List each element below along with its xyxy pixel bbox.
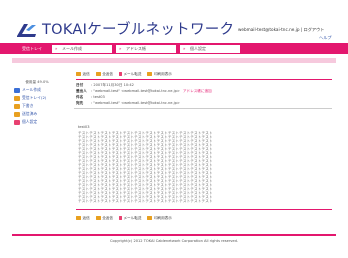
from-label: 差出人: [76, 89, 87, 93]
to-value: : "webmail-test" <webmail-test@tokai-tnc…: [91, 101, 180, 105]
reply-label: 返信: [82, 71, 90, 76]
sidebar-item-inbox[interactable]: 受信トレイ(2): [14, 95, 46, 101]
reply-button[interactable]: 返信: [76, 72, 90, 77]
from-row: 差出人 : "webmail-test" <webmail-test@tokai…: [76, 89, 212, 94]
tokai-logo-icon: [17, 24, 36, 37]
print-icon: [147, 216, 153, 220]
reply-all-label: 全返信: [102, 71, 113, 76]
reply-icon: [76, 216, 81, 220]
account-logout-link[interactable]: webmail-test@tokai-tnc.ne.jp | ログアウト: [238, 27, 325, 33]
add-to-address-book-link[interactable]: アドレス帳に追加: [183, 89, 212, 94]
sidebar-item-compose[interactable]: メール作成: [14, 87, 41, 93]
tab-label: 個人設定: [190, 46, 206, 51]
help-link[interactable]: ヘルプ: [319, 35, 332, 41]
brand-name: TOKAIケーブルネットワーク: [42, 22, 235, 38]
inbox-icon: [14, 95, 20, 101]
reply-all-label: 全返信: [102, 215, 113, 220]
footer-bar: [12, 234, 336, 236]
from-value: : "webmail-test" <webmail-test@tokai-tnc…: [91, 89, 180, 93]
tab-label: メール作成: [62, 46, 82, 51]
date-label: 日付: [76, 83, 84, 87]
compose-icon: [14, 87, 20, 93]
forward-button[interactable]: メール転送: [118, 215, 142, 221]
sub-header-stripe: [12, 58, 336, 63]
copyright-text: Copyright(c) 2012 TOKAI Cablenetwork Cor…: [109, 239, 239, 243]
sidebar-item-label: 送信済み: [22, 111, 38, 116]
forward-icon: [118, 72, 122, 76]
reply-all-button[interactable]: 全返信: [95, 71, 113, 77]
print-button[interactable]: 印刷用表示: [147, 215, 172, 221]
tab-arrow-icon: »: [55, 46, 58, 51]
sidebar-item-settings[interactable]: 個人設定: [14, 119, 37, 125]
date-row: 日付 : 2007年11月30日 10:42: [76, 83, 134, 88]
sidebar-item-drafts[interactable]: 下書き: [14, 103, 33, 109]
sent-icon: [14, 111, 20, 117]
sidebar-item-label: メール作成: [22, 87, 41, 92]
reply-button[interactable]: 返信: [76, 216, 90, 221]
to-label: 宛先: [76, 101, 84, 105]
forward-icon: [118, 216, 122, 220]
reply-all-icon: [95, 72, 101, 76]
header-divider: [74, 108, 332, 109]
print-label: 印刷用表示: [153, 71, 172, 76]
tab-compose[interactable]: » メール作成: [52, 45, 112, 53]
subject-label: 件名: [76, 95, 84, 99]
print-button[interactable]: 印刷用表示: [147, 71, 172, 77]
reply-all-icon: [95, 216, 101, 220]
sidebar-item-sent[interactable]: 送信済み: [14, 111, 37, 117]
message-toolbar-bottom: 返信 全返信 メール転送 印刷用表示: [76, 214, 172, 222]
to-row: 宛先 : "webmail-test" <webmail-test@tokai-…: [76, 101, 180, 106]
reply-label: 返信: [82, 215, 90, 220]
subject-value: : test03: [91, 95, 105, 99]
tab-address-book[interactable]: » アドレス帳: [116, 45, 176, 53]
message-body-head: test03: [78, 125, 90, 129]
reply-icon: [76, 72, 81, 76]
print-icon: [147, 72, 153, 76]
reply-all-button[interactable]: 全返信: [95, 215, 113, 221]
date-value: : 2007年11月30日 10:42: [91, 83, 134, 87]
body-line: テストテストテストテストテストテストテストテストテストテストテストテスト: [78, 199, 213, 203]
toolbar-divider: [76, 209, 332, 210]
drafts-icon: [14, 103, 20, 109]
sidebar-item-label: 下書き: [22, 103, 34, 108]
tab-label: アドレス帳: [126, 46, 146, 51]
tab-arrow-icon: »: [183, 46, 186, 51]
tab-label: 受信トレイ: [22, 46, 42, 51]
forward-button[interactable]: メール転送: [118, 71, 142, 77]
toolbar-divider: [76, 79, 332, 80]
print-label: 印刷用表示: [153, 215, 172, 220]
tab-bar: 受信トレイ » メール作成 » アドレス帳 » 個人設定: [0, 43, 348, 54]
forward-label: メール転送: [123, 71, 142, 76]
settings-icon: [14, 119, 20, 125]
subject-row: 件名 : test03: [76, 95, 105, 100]
tab-arrow-icon: »: [119, 46, 122, 51]
quota-usage: 使用量 49.0%: [25, 80, 49, 84]
tab-settings[interactable]: » 個人設定: [180, 45, 240, 53]
tab-inbox[interactable]: 受信トレイ: [12, 43, 48, 54]
forward-label: メール転送: [123, 215, 142, 220]
message-toolbar-top: 返信 全返信 メール転送 印刷用表示: [76, 70, 172, 78]
sidebar-item-label: 受信トレイ(2): [22, 95, 47, 100]
sidebar-item-label: 個人設定: [22, 119, 38, 124]
